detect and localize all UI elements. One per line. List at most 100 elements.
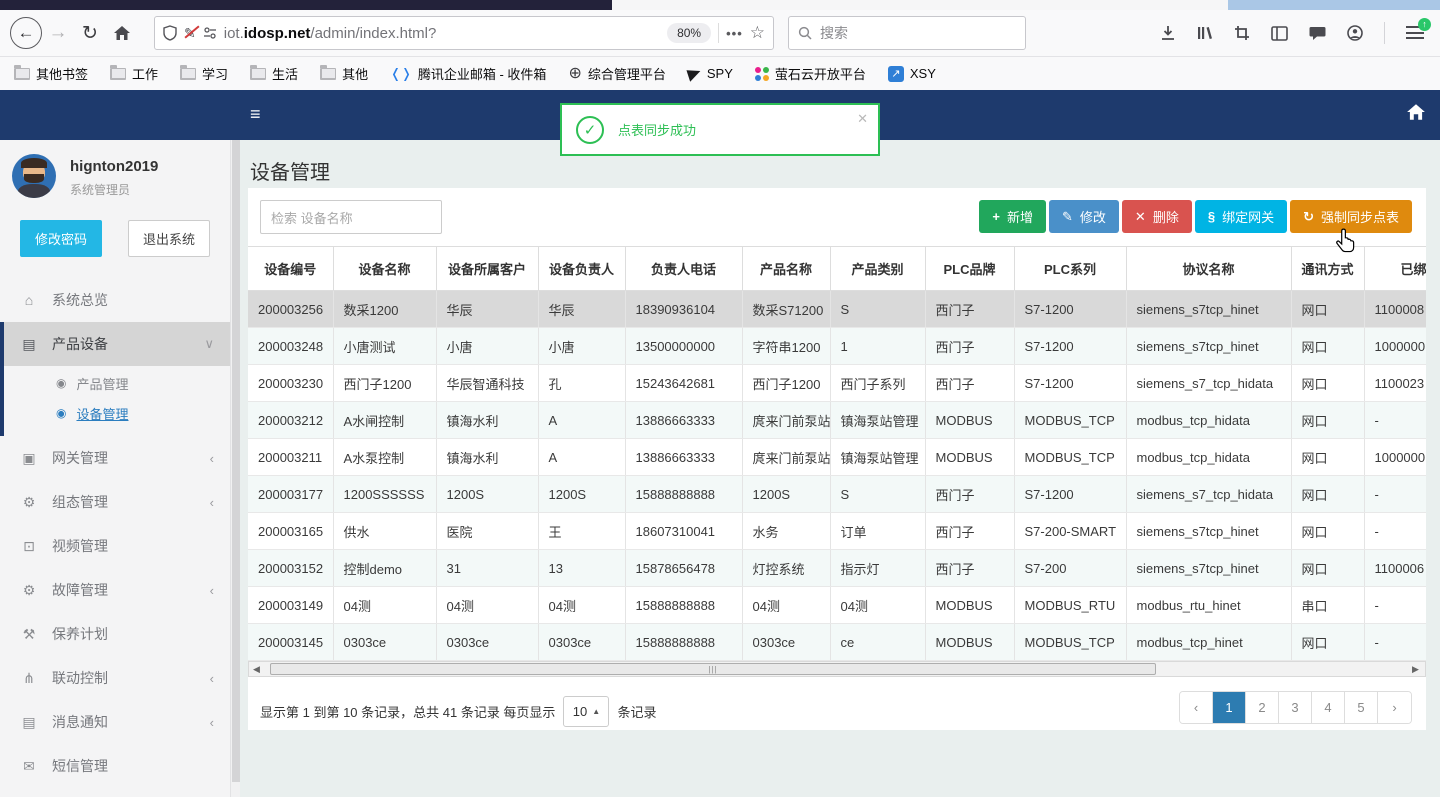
action-button-新增[interactable]: + 新增 bbox=[979, 200, 1046, 233]
browser-search-box[interactable]: 搜索 bbox=[788, 16, 1026, 50]
toast-close-icon[interactable]: ✕ bbox=[857, 111, 868, 127]
horizontal-scrollbar[interactable]: ◀ ||| ▶ bbox=[248, 661, 1426, 677]
bookmark-item[interactable]: 工作 bbox=[110, 64, 158, 83]
downloads-button[interactable] bbox=[1160, 25, 1176, 41]
sidebar-item-保养计划[interactable]: ⚒ 保养计划 bbox=[0, 612, 230, 656]
sidebar-item-组态管理[interactable]: ⚙ 组态管理 ‹ bbox=[0, 480, 230, 524]
sidebar-item-label: 系统总览 bbox=[52, 292, 108, 308]
sidebar-item-视频管理[interactable]: ⊡ 视频管理 bbox=[0, 524, 230, 568]
sidebar-item-网关管理[interactable]: ▣ 网关管理 ‹ bbox=[0, 436, 230, 480]
page-button-3[interactable]: 3 bbox=[1279, 692, 1312, 723]
page-button-4[interactable]: 4 bbox=[1312, 692, 1345, 723]
bookmark-item[interactable]: 生活 bbox=[250, 64, 298, 83]
column-header[interactable]: 产品名称 bbox=[742, 246, 831, 291]
app-home-button[interactable] bbox=[1406, 103, 1426, 124]
table-row[interactable]: 200003165 供水 医院王 18607310041 水务 订单 西门子 S7-200-S… bbox=[248, 512, 1426, 550]
bookmark-item[interactable]: 其他书签 bbox=[14, 64, 88, 83]
sidebar-item-产品设备[interactable]: ▤ 产品设备 ∨ bbox=[4, 322, 230, 366]
table-cell: 1200S bbox=[742, 475, 831, 513]
bookmark-item[interactable]: ⊕ 综合管理平台 bbox=[568, 64, 665, 83]
table-row[interactable]: 200003230 西门子1200 华辰智通科技孔 15243642681 西门子120… bbox=[248, 364, 1426, 402]
table-cell: 西门子1200 bbox=[333, 364, 437, 402]
bookmark-item[interactable]: 其他 bbox=[320, 64, 368, 83]
table-row[interactable]: 200003248 小唐测试 小唐 小唐 13500000000 字符串1200 1 西门子 S… bbox=[248, 327, 1426, 365]
reload-button[interactable]: ↻ bbox=[74, 17, 106, 49]
column-header[interactable]: 设备编号 bbox=[248, 246, 334, 291]
shield-icon[interactable] bbox=[163, 25, 177, 41]
chat-pocket-button[interactable] bbox=[1309, 26, 1326, 41]
browser-home-button[interactable] bbox=[106, 17, 138, 49]
scroll-right-icon[interactable]: ▶ bbox=[1408, 662, 1423, 676]
logout-button[interactable]: 退出系统 bbox=[128, 220, 211, 257]
table-row[interactable]: 200003152 控制demo 31 13 15878656478 灯控系统 指示灯 西门子… bbox=[248, 549, 1426, 587]
table-row[interactable]: 200003145 0303ce 0303ce 0303ce 15888888888 03… bbox=[248, 623, 1426, 661]
page-size-dropdown[interactable]: 10 ▲ bbox=[563, 696, 610, 727]
scrollbar-thumb[interactable]: ||| bbox=[270, 663, 1156, 675]
bookmark-label: SPY bbox=[706, 66, 733, 81]
insecure-edit-icon[interactable]: ✎ bbox=[184, 25, 196, 42]
bookmark-item[interactable]: 萤石云开放平台 bbox=[754, 64, 866, 83]
table-row[interactable]: 200003211 A水泵控制 镇海水利 A 13886663333 庹来门前泵站 镇海泵站… bbox=[248, 438, 1426, 476]
table-row[interactable]: 200003256 数采1200 华辰 华辰 18390936104 数采S71200 S 西… bbox=[248, 290, 1426, 328]
bookmark-item[interactable]: 学习 bbox=[180, 64, 228, 83]
bookmark-item[interactable]: SPY bbox=[686, 65, 733, 82]
url-bar[interactable]: ✎ iot.idosp.net/admin/index.html? 80% ••… bbox=[154, 16, 774, 50]
sidebar-item-故障管理[interactable]: ⚙ 故障管理 ‹ bbox=[0, 568, 230, 612]
sidebar-scrollbar[interactable] bbox=[230, 140, 240, 797]
sidebar-collapse-icon[interactable]: ≡ bbox=[250, 104, 261, 125]
table-cell: 1100006 bbox=[1364, 549, 1426, 587]
sidebar-scrollbar-thumb[interactable] bbox=[232, 140, 240, 782]
sidebar-item-联动控制[interactable]: ⋔ 联动控制 ‹ bbox=[0, 656, 230, 700]
table-row[interactable]: 200003177 1200SSSSSS 1200S 1200S 15888888888… bbox=[248, 475, 1426, 513]
sidebar-item-短信管理[interactable]: ✉ 短信管理 bbox=[0, 744, 230, 788]
sidebar-item-上网管理[interactable]: ▤上网管理 bbox=[0, 788, 230, 797]
screenshot-crop-button[interactable] bbox=[1234, 25, 1250, 41]
column-header[interactable]: PLC系列 bbox=[1014, 246, 1127, 291]
page-button-1[interactable]: 1 bbox=[1213, 692, 1246, 723]
menu-button[interactable]: ↑ bbox=[1406, 18, 1431, 40]
page-button-‹[interactable]: ‹ bbox=[1180, 692, 1213, 723]
table-cell: siemens_s7tcp_hinet bbox=[1126, 290, 1292, 328]
sidebar-item-系统总览[interactable]: ⌂ 系统总览 bbox=[0, 278, 230, 322]
bookmark-star-icon[interactable]: ☆ bbox=[750, 23, 765, 43]
column-header[interactable]: 设备名称 bbox=[333, 246, 437, 291]
change-password-button[interactable]: 修改密码 bbox=[20, 220, 103, 257]
forward-button[interactable]: → bbox=[42, 17, 74, 49]
bookmark-item[interactable]: ❬❭ 腾讯企业邮箱 - 收件箱 bbox=[390, 64, 546, 83]
sidebar-item-消息通知[interactable]: ▤ 消息通知 ‹ bbox=[0, 700, 230, 744]
page-button-5[interactable]: 5 bbox=[1345, 692, 1378, 723]
sidebar-subitem-产品管理[interactable]: ◉ 产品管理 bbox=[4, 368, 230, 398]
table-cell: 庹来门前泵站 bbox=[742, 401, 831, 439]
column-header[interactable]: 协议名称 bbox=[1126, 246, 1292, 291]
column-header[interactable]: 设备所属客户 bbox=[436, 246, 539, 291]
action-button-绑定网关[interactable]: § 绑定网关 bbox=[1194, 200, 1288, 233]
column-header[interactable]: 负责人电话 bbox=[625, 246, 743, 291]
column-header[interactable]: 产品类别 bbox=[830, 246, 926, 291]
table-cell: 西门子 bbox=[925, 549, 1015, 587]
permissions-icon[interactable] bbox=[203, 27, 217, 39]
back-button[interactable]: ← bbox=[10, 17, 42, 49]
url-text[interactable]: iot.idosp.net/admin/index.html? bbox=[224, 25, 660, 42]
column-header[interactable]: 设备负责人 bbox=[538, 246, 626, 291]
sidebar-subitem-设备管理[interactable]: ◉ 设备管理 bbox=[4, 398, 230, 428]
zoom-level-badge[interactable]: 80% bbox=[667, 23, 712, 43]
device-search-input[interactable]: 检索 设备名称 bbox=[260, 200, 442, 234]
page-button-2[interactable]: 2 bbox=[1246, 692, 1279, 723]
table-cell: 网口 bbox=[1291, 438, 1365, 476]
page-actions-icon[interactable]: ••• bbox=[726, 26, 743, 41]
action-button-删除[interactable]: ✕ 删除 bbox=[1121, 200, 1192, 233]
sidebar-toggle-button[interactable] bbox=[1271, 25, 1288, 41]
action-button-修改[interactable]: ✎ 修改 bbox=[1048, 200, 1119, 233]
table-row[interactable]: 200003149 04测 04测 04测 15888888888 04测 04测 MODBU… bbox=[248, 586, 1426, 624]
column-header[interactable]: 已绑定网关编号 bbox=[1364, 246, 1426, 291]
sidebar-subitem-label: 设备管理 bbox=[76, 406, 129, 422]
scroll-left-icon[interactable]: ◀ bbox=[249, 662, 264, 676]
library-button[interactable] bbox=[1197, 25, 1213, 41]
account-button[interactable] bbox=[1347, 25, 1363, 41]
column-header[interactable]: PLC品牌 bbox=[925, 246, 1015, 291]
folder-icon bbox=[110, 64, 127, 80]
sidebar-item-label: 视频管理 bbox=[52, 538, 108, 554]
page-button-›[interactable]: › bbox=[1378, 692, 1411, 723]
bookmark-item[interactable]: ↗ XSY bbox=[887, 65, 936, 82]
table-row[interactable]: 200003212 A水闸控制 镇海水利 A 13886663333 庹来门前泵站 镇海泵站… bbox=[248, 401, 1426, 439]
